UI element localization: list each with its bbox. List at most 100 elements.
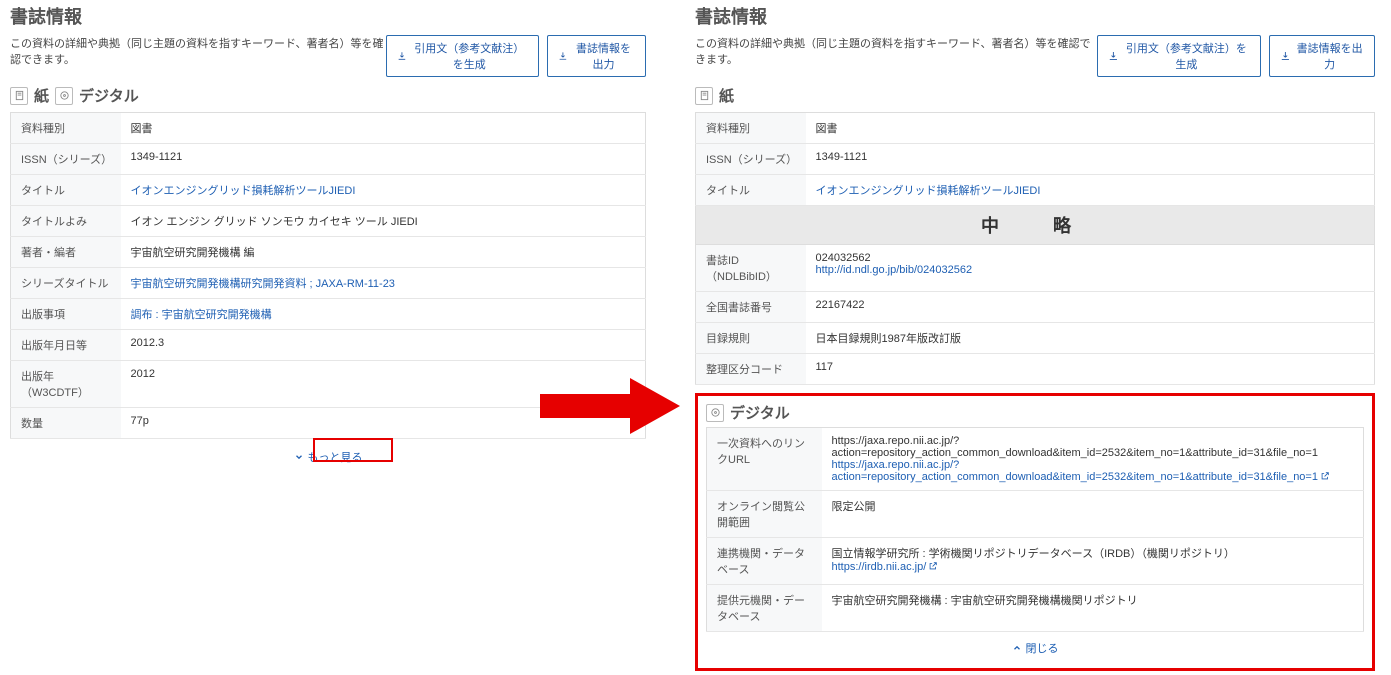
table-row: 全国書誌番号22167422	[696, 292, 1375, 323]
row-label: タイトル	[11, 175, 121, 206]
digital-label: デジタル	[730, 402, 790, 423]
row-value: イオンエンジングリッド損耗解析ツールJIEDI	[806, 175, 1375, 206]
digital-icon	[55, 87, 73, 105]
table-row: 整理区分コード117	[696, 354, 1375, 385]
row-value: 1349-1121	[121, 144, 646, 175]
value-link[interactable]: https://jaxa.repo.nii.ac.jp/?action=repo…	[832, 459, 1318, 483]
download-icon	[397, 50, 407, 62]
subtitle: この資料の詳細や典拠（同じ主題の資料を指すキーワード、著者名）等を確認できます。	[695, 35, 1097, 67]
row-value: 図書	[806, 113, 1375, 144]
table-row: タイトルよみイオン エンジン グリッド ソンモウ カイセキ ツール JIEDI	[11, 206, 646, 237]
row-value: 22167422	[806, 292, 1375, 323]
generate-citation-button[interactable]: 引用文（参考文献注）を生成	[386, 35, 540, 77]
row-label: 著者・編者	[11, 237, 121, 268]
row-label: 出版年（W3CDTF）	[11, 361, 121, 408]
row-label: 書誌ID（NDLBibID）	[696, 245, 806, 292]
table-row: 出版事項調布 : 宇宙航空研究開発機構	[11, 299, 646, 330]
row-value: 2012.3	[121, 330, 646, 361]
row-label: 提供元機関・データベース	[707, 585, 822, 632]
omitted-banner: 中 略	[695, 206, 1375, 245]
row-value: 1349-1121	[806, 144, 1375, 175]
table-row: 出版年月日等2012.3	[11, 330, 646, 361]
table-row: 資料種別図書	[696, 113, 1375, 144]
row-value: 024032562http://id.ndl.go.jp/bib/0240325…	[806, 245, 1375, 292]
value-link[interactable]: https://irdb.nii.ac.jp/	[832, 561, 927, 573]
row-value: 国立情報学研究所 : 学術機関リポジトリデータベース（IRDB）（機関リポジトリ…	[822, 538, 1364, 585]
download-icon	[558, 50, 568, 62]
row-label: タイトル	[696, 175, 806, 206]
export-bib-button[interactable]: 書誌情報を出力	[547, 35, 646, 77]
row-label: 出版年月日等	[11, 330, 121, 361]
table-row: ISSN（シリーズ）1349-1121	[11, 144, 646, 175]
digital-icon	[706, 404, 724, 422]
row-label: 目録規則	[696, 323, 806, 354]
download-icon	[1280, 50, 1291, 62]
close-button[interactable]: 閉じる	[994, 636, 1077, 660]
bib-table-digital: 一次資料へのリンクURLhttps://jaxa.repo.nii.ac.jp/…	[706, 427, 1364, 632]
digital-label: デジタル	[79, 85, 139, 106]
table-row: タイトルイオンエンジングリッド損耗解析ツールJIEDI	[696, 175, 1375, 206]
table-row: 提供元機関・データベース宇宙航空研究開発機構 : 宇宙航空研究開発機構機関リポジ…	[707, 585, 1364, 632]
row-value: イオン エンジン グリッド ソンモウ カイセキ ツール JIEDI	[121, 206, 646, 237]
row-label: 出版事項	[11, 299, 121, 330]
row-label: 資料種別	[696, 113, 806, 144]
export-bib-label: 書誌情報を出力	[1295, 40, 1364, 72]
paper-icon	[10, 87, 28, 105]
red-arrow-icon	[540, 378, 680, 434]
row-label: 連携機関・データベース	[707, 538, 822, 585]
row-label: 全国書誌番号	[696, 292, 806, 323]
row-value: 図書	[121, 113, 646, 144]
table-row: 連携機関・データベース国立情報学研究所 : 学術機関リポジトリデータベース（IR…	[707, 538, 1364, 585]
right-panel: 書誌情報 この資料の詳細や典拠（同じ主題の資料を指すキーワード、著者名）等を確認…	[695, 3, 1375, 671]
generate-citation-label: 引用文（参考文献注）を生成	[1122, 40, 1250, 72]
external-link-icon	[1320, 471, 1330, 481]
table-row: 著者・編者宇宙航空研究開発機構 編	[11, 237, 646, 268]
heading: 書誌情報	[695, 3, 1375, 29]
row-label: 整理区分コード	[696, 354, 806, 385]
bib-table-mid: 書誌ID（NDLBibID）024032562http://id.ndl.go.…	[695, 245, 1375, 385]
row-value: イオンエンジングリッド損耗解析ツールJIEDI	[121, 175, 646, 206]
row-label: 数量	[11, 408, 121, 439]
chevron-down-icon	[294, 452, 304, 462]
external-link-icon	[928, 561, 938, 571]
value-link[interactable]: イオンエンジングリッド損耗解析ツールJIEDI	[131, 185, 356, 197]
export-bib-label: 書誌情報を出力	[572, 40, 635, 72]
row-value: https://jaxa.repo.nii.ac.jp/?action=repo…	[822, 428, 1364, 491]
row-label: ISSN（シリーズ）	[696, 144, 806, 175]
table-row: ISSN（シリーズ）1349-1121	[696, 144, 1375, 175]
table-row: シリーズタイトル宇宙航空研究開発機構研究開発資料 ; JAXA-RM-11-23	[11, 268, 646, 299]
value-link[interactable]: 調布 : 宇宙航空研究開発機構	[131, 309, 272, 321]
value-link[interactable]: 宇宙航空研究開発機構研究開発資料 ; JAXA-RM-11-23	[131, 278, 395, 290]
paper-label: 紙	[719, 85, 734, 106]
table-row: 一次資料へのリンクURLhttps://jaxa.repo.nii.ac.jp/…	[707, 428, 1364, 491]
row-value: 日本目録規則1987年版改訂版	[806, 323, 1375, 354]
subtitle: この資料の詳細や典拠（同じ主題の資料を指すキーワード、著者名）等を確認できます。	[10, 35, 386, 67]
value-link[interactable]: http://id.ndl.go.jp/bib/024032562	[816, 264, 973, 276]
row-label: 資料種別	[11, 113, 121, 144]
bib-table-top: 資料種別図書ISSN（シリーズ）1349-1121タイトルイオンエンジングリッド…	[695, 112, 1375, 206]
close-label: 閉じる	[1026, 640, 1059, 656]
row-value: 宇宙航空研究開発機構研究開発資料 ; JAXA-RM-11-23	[121, 268, 646, 299]
row-value: 宇宙航空研究開発機構 : 宇宙航空研究開発機構機関リポジトリ	[822, 585, 1364, 632]
heading: 書誌情報	[10, 3, 646, 29]
table-row: 書誌ID（NDLBibID）024032562http://id.ndl.go.…	[696, 245, 1375, 292]
row-label: オンライン閲覧公開範囲	[707, 491, 822, 538]
table-row: オンライン閲覧公開範囲限定公開	[707, 491, 1364, 538]
row-label: ISSN（シリーズ）	[11, 144, 121, 175]
row-value: 限定公開	[822, 491, 1364, 538]
generate-citation-label: 引用文（参考文献注）を生成	[410, 40, 528, 72]
row-value: 117	[806, 354, 1375, 385]
row-value: 宇宙航空研究開発機構 編	[121, 237, 646, 268]
digital-highlight-box: デジタル 一次資料へのリンクURLhttps://jaxa.repo.nii.a…	[695, 393, 1375, 671]
paper-icon	[695, 87, 713, 105]
chevron-up-icon	[1012, 643, 1022, 653]
table-row: タイトルイオンエンジングリッド損耗解析ツールJIEDI	[11, 175, 646, 206]
value-link[interactable]: イオンエンジングリッド損耗解析ツールJIEDI	[816, 185, 1041, 197]
row-value: 調布 : 宇宙航空研究開発機構	[121, 299, 646, 330]
export-bib-button[interactable]: 書誌情報を出力	[1269, 35, 1375, 77]
highlight-box-more	[313, 438, 393, 462]
table-row: 資料種別図書	[11, 113, 646, 144]
generate-citation-button[interactable]: 引用文（参考文献注）を生成	[1097, 35, 1262, 77]
row-label: シリーズタイトル	[11, 268, 121, 299]
row-label: タイトルよみ	[11, 206, 121, 237]
